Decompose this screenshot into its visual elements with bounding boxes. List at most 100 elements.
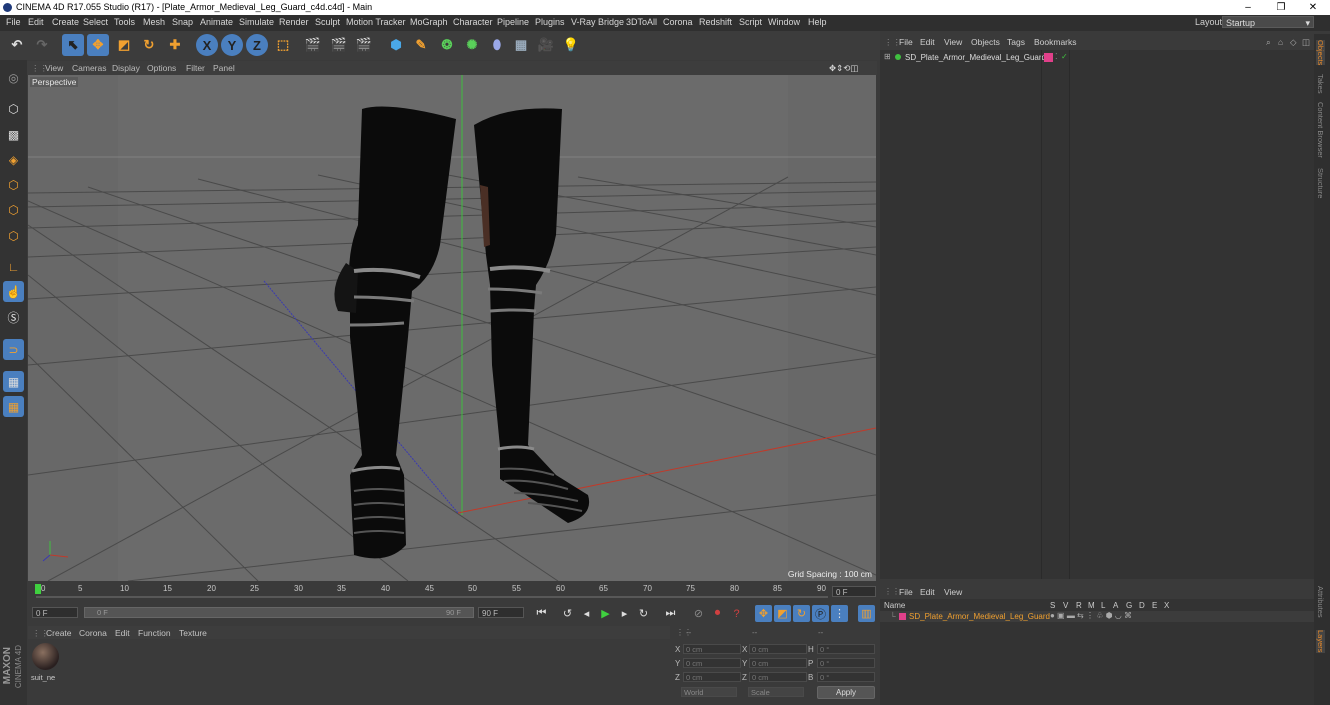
texture-mode-icon[interactable]: ▩ bbox=[3, 124, 24, 145]
apply-button[interactable]: Apply bbox=[817, 686, 875, 699]
viewport-menu-filter[interactable]: Filter bbox=[186, 63, 205, 73]
viewport-menu-panel[interactable]: Panel bbox=[213, 63, 235, 73]
menu-create[interactable]: Create bbox=[52, 17, 79, 27]
start-frame-field[interactable]: 0 F bbox=[32, 607, 78, 618]
tab-structure[interactable]: Structure bbox=[1316, 168, 1325, 198]
menu-simulate[interactable]: Simulate bbox=[239, 17, 274, 27]
menu-tools[interactable]: Tools bbox=[114, 17, 135, 27]
layer-menu-view[interactable]: View bbox=[944, 587, 962, 597]
cloner-icon[interactable]: ✺ bbox=[461, 34, 483, 56]
layer-color-swatch[interactable] bbox=[899, 613, 906, 620]
material-menu-create[interactable]: Create bbox=[46, 628, 72, 638]
object-menu-file[interactable]: File bbox=[899, 37, 913, 47]
object-menu-tags[interactable]: Tags bbox=[1007, 37, 1025, 47]
material-preview-thumbnail[interactable] bbox=[32, 643, 59, 670]
add-object-icon[interactable]: ✚ bbox=[164, 34, 186, 56]
menu-file[interactable]: File bbox=[6, 17, 21, 27]
floor-icon[interactable]: ▦ bbox=[510, 34, 532, 56]
make-editable-icon[interactable]: ◎ bbox=[3, 67, 24, 88]
menu-mesh[interactable]: Mesh bbox=[143, 17, 165, 27]
deformer-icon[interactable]: ⬮ bbox=[486, 34, 508, 56]
key-pla-icon[interactable]: ⋮ bbox=[831, 605, 848, 622]
locked-workplane-icon[interactable]: ▦ bbox=[3, 371, 24, 392]
object-menu-objects[interactable]: Objects bbox=[971, 37, 1000, 47]
magnet-icon[interactable]: ⊃ bbox=[3, 339, 24, 360]
camera-icon[interactable]: 🎥 bbox=[535, 34, 557, 56]
goto-end-icon[interactable]: ⏭ bbox=[662, 605, 679, 622]
layout-dropdown[interactable]: Startup ▾ bbox=[1222, 16, 1314, 28]
menu-corona[interactable]: Corona bbox=[663, 17, 693, 27]
menu-render[interactable]: Render bbox=[279, 17, 309, 27]
key-rotation-icon[interactable]: ↻ bbox=[793, 605, 810, 622]
close-button[interactable]: ✕ bbox=[1298, 0, 1328, 15]
render-view-icon[interactable]: 🎬 bbox=[302, 34, 324, 56]
key-scale-icon[interactable]: ◩ bbox=[774, 605, 791, 622]
minimize-button[interactable]: – bbox=[1233, 0, 1263, 15]
planar-workplane-icon[interactable]: ▦ bbox=[3, 396, 24, 417]
viewport-menu-options[interactable]: Options bbox=[147, 63, 176, 73]
menu-vray-bridge[interactable]: V-Ray Bridge bbox=[571, 17, 624, 27]
restore-button[interactable]: ❐ bbox=[1266, 0, 1296, 15]
object-menu-bookmarks[interactable]: Bookmarks bbox=[1034, 37, 1077, 47]
menu-sculpt[interactable]: Sculpt bbox=[315, 17, 340, 27]
layer-color-tag[interactable] bbox=[1044, 53, 1053, 62]
menu-script[interactable]: Script bbox=[739, 17, 762, 27]
frame-range-slider[interactable]: 0 F 90 F bbox=[84, 607, 474, 618]
object-menu-edit[interactable]: Edit bbox=[920, 37, 935, 47]
record-keys-icon[interactable]: ⊘ bbox=[690, 605, 707, 622]
size-x-field[interactable]: 0 cm bbox=[749, 644, 807, 654]
position-y-field[interactable]: 0 cm bbox=[683, 658, 741, 668]
edges-mode-icon[interactable]: ⬡ bbox=[3, 199, 24, 220]
expand-icon[interactable]: ⊞ bbox=[884, 52, 891, 61]
coordinate-mode-dropdown[interactable]: World bbox=[681, 687, 737, 697]
undo-icon[interactable]: ↶ bbox=[6, 34, 28, 56]
home-icon[interactable]: ⌂ bbox=[1278, 37, 1283, 47]
size-z-field[interactable]: 0 cm bbox=[749, 672, 807, 682]
scale-tool-icon[interactable]: ◩ bbox=[113, 34, 135, 56]
menu-motion-tracker[interactable]: Motion Tracker bbox=[346, 17, 406, 27]
3d-viewport[interactable]: Perspective Grid Spacing : 100 cm bbox=[28, 75, 876, 581]
layer-name[interactable]: SD_Plate_Armor_Medieval_Leg_Guard bbox=[909, 612, 1050, 621]
position-x-field[interactable]: 0 cm bbox=[683, 644, 741, 654]
menu-window[interactable]: Window bbox=[768, 17, 800, 27]
axis-mode-icon[interactable]: ∟ bbox=[3, 256, 24, 277]
timeline-window-icon[interactable]: ▥ bbox=[858, 605, 875, 622]
workplane-mode-icon[interactable]: ◈ bbox=[3, 149, 24, 170]
menu-help[interactable]: Help bbox=[808, 17, 827, 27]
position-z-field[interactable]: 0 cm bbox=[683, 672, 741, 682]
tab-takes[interactable]: Takes bbox=[1316, 74, 1325, 94]
x-axis-icon[interactable]: X bbox=[196, 34, 218, 56]
autokey-icon[interactable]: ⏺ bbox=[709, 605, 726, 622]
menu-snap[interactable]: Snap bbox=[172, 17, 193, 27]
previous-key-icon[interactable]: ↺ bbox=[559, 605, 576, 622]
rotation-p-field[interactable]: 0 ° bbox=[817, 658, 875, 668]
tab-content-browser[interactable]: Content Browser bbox=[1316, 102, 1325, 158]
tab-objects[interactable]: Objects bbox=[1316, 40, 1325, 66]
viewport-menu-display[interactable]: Display bbox=[112, 63, 140, 73]
play-icon[interactable]: ▶ bbox=[597, 605, 614, 622]
end-frame-field[interactable]: 90 F bbox=[478, 607, 524, 618]
material-menu-edit[interactable]: Edit bbox=[115, 628, 130, 638]
previous-frame-icon[interactable]: ◂ bbox=[578, 605, 595, 622]
move-tool-icon[interactable]: ✥ bbox=[87, 34, 109, 56]
live-selection-icon[interactable]: ⬉ bbox=[62, 34, 84, 56]
key-position-icon[interactable]: ✥ bbox=[755, 605, 772, 622]
snapping-icon[interactable]: Ⓢ bbox=[3, 307, 24, 328]
goto-start-icon[interactable]: ⏮ bbox=[533, 605, 550, 622]
material-menu-corona[interactable]: Corona bbox=[79, 628, 107, 638]
menu-3dtoall[interactable]: 3DToAll bbox=[626, 17, 657, 27]
subdivision-surface-icon[interactable]: ❂ bbox=[436, 34, 458, 56]
pen-spline-icon[interactable]: ✎ bbox=[410, 34, 432, 56]
size-mode-dropdown[interactable]: Scale bbox=[748, 687, 804, 697]
layer-row[interactable]: └ SD_Plate_Armor_Medieval_Leg_Guard ● ▣ … bbox=[880, 611, 1314, 622]
rotation-h-field[interactable]: 0 ° bbox=[817, 644, 875, 654]
layer-menu-edit[interactable]: Edit bbox=[920, 587, 935, 597]
cube-primitive-icon[interactable]: ⬢ bbox=[385, 34, 407, 56]
material-name[interactable]: suit_ne bbox=[31, 673, 55, 682]
nav-icon[interactable]: ◇ bbox=[1290, 37, 1297, 48]
panel-menu-icon[interactable]: ◫ bbox=[1302, 37, 1310, 48]
material-menu-function[interactable]: Function bbox=[138, 628, 171, 638]
layer-toggle-icons[interactable]: ● ▣ ▬ ⇆ ⋮ ♧ ⬢ ◡ ⌘ bbox=[1050, 611, 1132, 620]
viewport-navigation-icon[interactable]: ✥⇕⟲◫ bbox=[829, 63, 858, 74]
menu-select[interactable]: Select bbox=[83, 17, 108, 27]
